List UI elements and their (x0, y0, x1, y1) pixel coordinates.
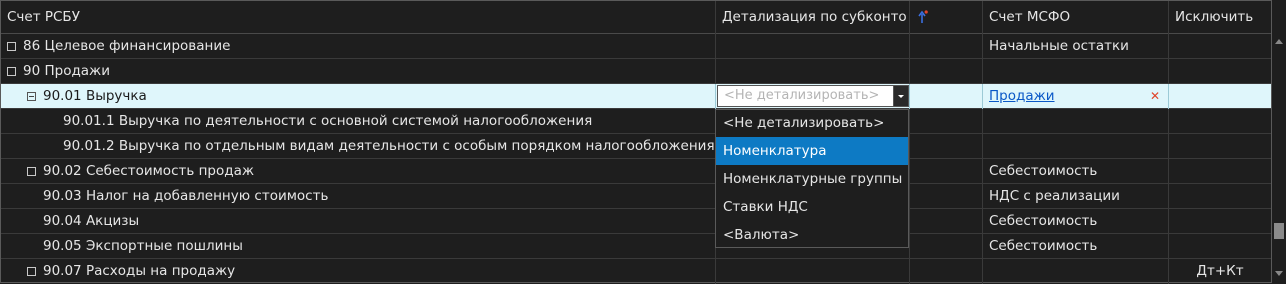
msfo-cell[interactable]: Себестоимость (983, 159, 1169, 184)
table-row[interactable]: 90.01.1 Выручка по деятельности с основн… (1, 109, 1271, 134)
msfo-cell[interactable] (983, 109, 1169, 134)
dropdown-item-active[interactable]: Номенклатура (716, 137, 908, 165)
column-header-account-msfo[interactable]: Счет МСФО (983, 1, 1169, 34)
clear-icon[interactable]: ✕ (1150, 84, 1160, 109)
column-header-exclude[interactable]: Исключить (1169, 1, 1271, 34)
account-label: 90.07 Расходы на продажу (43, 263, 236, 279)
msfo-cell[interactable]: НДС с реализации (983, 184, 1169, 209)
exclude-cell[interactable] (1169, 209, 1271, 234)
msfo-cell[interactable]: Продажи ✕ (983, 84, 1169, 109)
sort-cell (910, 134, 983, 159)
exclude-cell[interactable] (1169, 109, 1271, 134)
scroll-down-icon[interactable] (1275, 271, 1283, 276)
column-header-detail[interactable]: Детализация по субконто (716, 1, 910, 34)
msfo-cell[interactable]: Себестоимость (983, 234, 1169, 259)
exclude-cell[interactable] (1169, 59, 1271, 84)
table-row[interactable]: 90.02 Себестоимость продаж Себестоимость (1, 159, 1271, 184)
exclude-cell[interactable] (1169, 84, 1271, 109)
detail-cell[interactable] (716, 59, 910, 84)
sort-cell (910, 84, 983, 109)
account-cell[interactable]: 90 Продажи (1, 59, 716, 84)
table-row[interactable]: 90.05 Экспортные пошлины Себестоимость (1, 234, 1271, 259)
detail-dropdown-list[interactable]: <Не детализировать> Номенклатура Номенкл… (715, 109, 909, 248)
vertical-scrollbar[interactable] (1272, 33, 1286, 283)
tree-expand-icon[interactable] (7, 67, 16, 76)
account-cell[interactable]: 90.02 Себестоимость продаж (1, 159, 716, 184)
sort-cell (910, 59, 983, 84)
table-row-selected[interactable]: 90.01 Выручка Продажи ✕ <Не детализирова… (1, 84, 1271, 109)
account-cell[interactable]: 90.01 Выручка (1, 84, 716, 109)
msfo-cell[interactable]: Начальные остатки (983, 34, 1169, 59)
table-row[interactable]: 90 Продажи (1, 59, 1271, 84)
account-cell[interactable]: 90.03 Налог на добавленную стоимость (1, 184, 716, 209)
sort-cell (910, 259, 983, 284)
sort-cell (910, 209, 983, 234)
column-header-account-rsbu[interactable]: Счет РСБУ (1, 1, 716, 34)
table-row[interactable]: 90.03 Налог на добавленную стоимость НДС… (1, 184, 1271, 209)
sort-arrow-icon[interactable] (918, 10, 928, 24)
account-label: 90.01 Выручка (43, 88, 147, 104)
dropdown-item[interactable]: Номенклатурные группы (716, 165, 908, 193)
sort-cell (910, 184, 983, 209)
account-label: 86 Целевое финансирование (23, 38, 231, 54)
account-cell[interactable]: 90.01.2 Выручка по отдельным видам деяте… (1, 134, 716, 159)
tree-expand-icon[interactable] (27, 167, 36, 176)
table-row[interactable]: 90.04 Акцизы Себестоимость (1, 209, 1271, 234)
detail-combobox[interactable]: <Не детализировать> (717, 85, 909, 107)
exclude-cell[interactable] (1169, 234, 1271, 259)
sort-cell (910, 159, 983, 184)
sort-cell (910, 34, 983, 59)
exclude-cell[interactable] (1169, 34, 1271, 59)
column-header-sort[interactable] (910, 1, 983, 34)
msfo-cell[interactable] (983, 59, 1169, 84)
grid-header: Счет РСБУ Детализация по субконто Счет М… (1, 1, 1271, 34)
combobox-value: <Не детализировать> (724, 88, 880, 103)
tree-collapse-icon[interactable] (27, 92, 36, 101)
sort-cell (910, 109, 983, 134)
dropdown-item[interactable]: <Не детализировать> (716, 110, 908, 137)
scrollbar-thumb[interactable] (1274, 223, 1284, 239)
account-cell[interactable]: 90.04 Акцизы (1, 209, 716, 234)
table-row[interactable]: 90.01.2 Выручка по отдельным видам деяте… (1, 134, 1271, 159)
detail-cell[interactable] (716, 34, 910, 59)
tree-expand-icon[interactable] (7, 42, 16, 51)
account-cell[interactable]: 90.01.1 Выручка по деятельности с основн… (1, 109, 716, 134)
tree-expand-icon[interactable] (27, 267, 36, 276)
account-cell[interactable]: 90.07 Расходы на продажу (1, 259, 716, 284)
accounts-grid: Счет РСБУ Детализация по субконто Счет М… (0, 0, 1272, 284)
exclude-cell[interactable] (1169, 159, 1271, 184)
table-row[interactable]: 86 Целевое финансирование Начальные оста… (1, 34, 1271, 59)
exclude-cell[interactable]: Дт+Кт (1169, 259, 1271, 284)
account-cell[interactable]: 86 Целевое финансирование (1, 34, 716, 59)
msfo-link[interactable]: Продажи (989, 88, 1055, 104)
exclude-cell[interactable] (1169, 134, 1271, 159)
exclude-cell[interactable] (1169, 184, 1271, 209)
scroll-up-icon[interactable] (1275, 39, 1283, 44)
msfo-cell[interactable] (983, 259, 1169, 284)
account-label: 90.02 Себестоимость продаж (43, 163, 255, 179)
msfo-cell[interactable]: Себестоимость (983, 209, 1169, 234)
dropdown-item[interactable]: Ставки НДС (716, 193, 908, 221)
account-cell[interactable]: 90.05 Экспортные пошлины (1, 234, 716, 259)
sort-cell (910, 234, 983, 259)
detail-cell[interactable] (716, 259, 910, 284)
account-label: 90 Продажи (23, 63, 110, 79)
table-row[interactable]: 90.07 Расходы на продажу Дт+Кт (1, 259, 1271, 284)
msfo-cell[interactable] (983, 134, 1169, 159)
dropdown-item[interactable]: <Валюта> (716, 221, 908, 249)
chevron-down-icon[interactable] (893, 86, 908, 106)
